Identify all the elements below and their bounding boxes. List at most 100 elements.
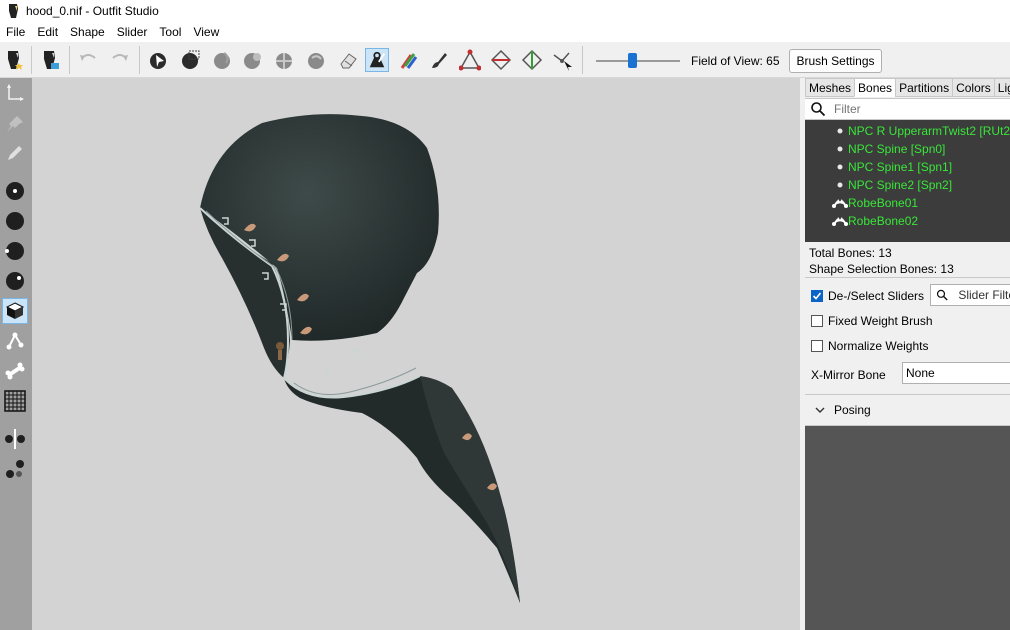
bone-filter-input[interactable]	[834, 102, 994, 116]
reference-mode-button[interactable]	[38, 48, 62, 72]
alpha-brush-button[interactable]	[427, 48, 451, 72]
menu-shape[interactable]: Shape	[64, 22, 111, 42]
color-brush-button[interactable]	[396, 48, 420, 72]
pivot-tool-button[interactable]	[2, 111, 28, 137]
show-bones-button[interactable]	[2, 328, 28, 354]
deflate-brush-icon	[244, 53, 261, 69]
bone-label: RobeBone02	[848, 214, 919, 228]
menu-tool[interactable]: Tool	[153, 22, 187, 42]
checkbox-checked-icon[interactable]	[811, 290, 823, 302]
split-edge-button[interactable]	[520, 48, 544, 72]
mask-brush-icon	[182, 50, 200, 69]
shape-selection-bones-text: Shape Selection Bones: 13	[809, 262, 954, 276]
deflate-brush-button[interactable]	[240, 48, 264, 72]
right-panel: Meshes Bones Partitions Colors Lights NP…	[805, 78, 1010, 630]
flip-edge-button[interactable]	[489, 48, 513, 72]
panel-tabs: Meshes Bones Partitions Colors Lights	[805, 78, 1010, 98]
window-title: hood_0.nif - Outfit Studio	[26, 4, 159, 18]
bone-row[interactable]: NPC Spine2 [Spn2]	[805, 176, 1010, 194]
search-icon	[936, 289, 948, 301]
vertex-select-button[interactable]	[2, 140, 28, 166]
tab-bones[interactable]: Bones	[854, 78, 897, 97]
menu-slider[interactable]: Slider	[111, 22, 154, 42]
posing-section-header[interactable]: Posing	[805, 394, 1010, 426]
x-mirror-bone-label: X-Mirror Bone	[811, 368, 886, 382]
tab-partitions[interactable]: Partitions	[895, 78, 954, 97]
bone-row[interactable]: NPC R UpperarmTwist2 [RUt2]	[805, 122, 1010, 140]
bone-label: NPC R UpperarmTwist2 [RUt2]	[848, 124, 1010, 138]
brush-strength-icon	[6, 272, 24, 290]
3d-viewport[interactable]	[32, 78, 800, 630]
tab-lights[interactable]: Lights	[993, 78, 1010, 97]
bone-icon	[5, 362, 25, 380]
undiff-brush-button[interactable]	[336, 48, 360, 72]
mirror-split-icon	[5, 429, 25, 449]
undo-button[interactable]	[76, 48, 100, 72]
split-edge-icon	[521, 49, 543, 71]
smooth-brush-button[interactable]	[304, 48, 328, 72]
bone-label: NPC Spine2 [Spn2]	[848, 178, 953, 192]
normalize-weights-checkbox[interactable]: Normalize Weights	[811, 339, 928, 353]
posing-label: Posing	[834, 403, 871, 417]
transform-axes-icon	[7, 84, 24, 101]
bone-label: RobeBone01	[848, 196, 919, 210]
outfit-mode-button[interactable]	[2, 48, 26, 72]
field-of-view-slider[interactable]	[596, 53, 680, 68]
fov-slider-thumb[interactable]	[628, 53, 637, 68]
tree-dot-icon	[831, 158, 849, 176]
tab-meshes[interactable]: Meshes	[805, 78, 856, 97]
left-toolbar	[0, 78, 32, 630]
brush-falloff-button[interactable]	[2, 238, 28, 264]
mask-brush-button[interactable]	[178, 48, 202, 72]
slider-filter-input[interactable]: Slider Filter	[930, 284, 1010, 306]
outfit-figure-icon	[8, 51, 23, 70]
toolbar: Field of View: 65 Brush Settings	[0, 42, 1010, 78]
redo-button[interactable]	[108, 48, 132, 72]
tree-dot-icon	[831, 140, 849, 158]
checkbox-unchecked-icon[interactable]	[811, 340, 823, 352]
transform-tool-button[interactable]	[2, 80, 28, 106]
deselect-sliders-checkbox[interactable]: De-/Select Sliders	[811, 289, 924, 303]
weight-brush-button[interactable]	[365, 48, 389, 72]
move-brush-button[interactable]	[272, 48, 296, 72]
color-brush-icon	[400, 53, 418, 69]
menu-edit[interactable]: Edit	[31, 22, 64, 42]
show-mesh-button[interactable]	[2, 298, 28, 324]
fixed-weight-brush-checkbox[interactable]: Fixed Weight Brush	[811, 314, 933, 328]
bone-arrows-icon	[831, 194, 849, 212]
smooth-brush-icon	[308, 53, 324, 69]
tab-colors[interactable]: Colors	[952, 78, 995, 97]
bone-row[interactable]: RobeBone01	[805, 194, 1010, 212]
pencil-icon	[8, 146, 22, 160]
field-of-view-label: Field of View: 65	[691, 54, 780, 68]
toolbar-separator	[69, 46, 70, 74]
mirror-button[interactable]	[2, 426, 28, 452]
inflate-brush-button[interactable]	[210, 48, 234, 72]
bone-label: NPC Spine1 [Spn1]	[848, 160, 953, 174]
select-tool-button[interactable]	[146, 48, 170, 72]
x-mirror-bone-select[interactable]: None	[902, 362, 1010, 384]
cube-icon	[5, 302, 25, 319]
bone-row[interactable]: NPC Spine1 [Spn1]	[805, 158, 1010, 176]
menu-view[interactable]: View	[187, 22, 225, 42]
vertex-points-button[interactable]	[2, 456, 28, 482]
brush-circle-icon	[6, 212, 24, 230]
bone-tree[interactable]: NPC R UpperarmTwist2 [RUt2] NPC Spine [S…	[805, 120, 1010, 242]
deselect-sliders-label: De-/Select Sliders	[828, 289, 925, 303]
collapse-vertex-button[interactable]	[458, 48, 482, 72]
brush-size-small-button[interactable]	[2, 178, 28, 204]
checkbox-unchecked-icon[interactable]	[811, 315, 823, 327]
brush-settings-button[interactable]: Brush Settings	[789, 49, 882, 73]
tree-dot-icon	[831, 176, 849, 194]
brush-size-large-button[interactable]	[2, 208, 28, 234]
bone-arrows-icon	[831, 212, 849, 230]
move-vertex-button[interactable]	[550, 48, 574, 72]
bone-joint-icon	[6, 332, 24, 350]
menu-file[interactable]: File	[0, 22, 31, 42]
skeleton-button[interactable]	[2, 358, 28, 384]
wireframe-button[interactable]	[2, 388, 28, 414]
brush-strength-button[interactable]	[2, 268, 28, 294]
bone-row[interactable]: RobeBone02	[805, 212, 1010, 230]
toolbar-separator	[582, 46, 583, 74]
bone-row[interactable]: NPC Spine [Spn0]	[805, 140, 1010, 158]
